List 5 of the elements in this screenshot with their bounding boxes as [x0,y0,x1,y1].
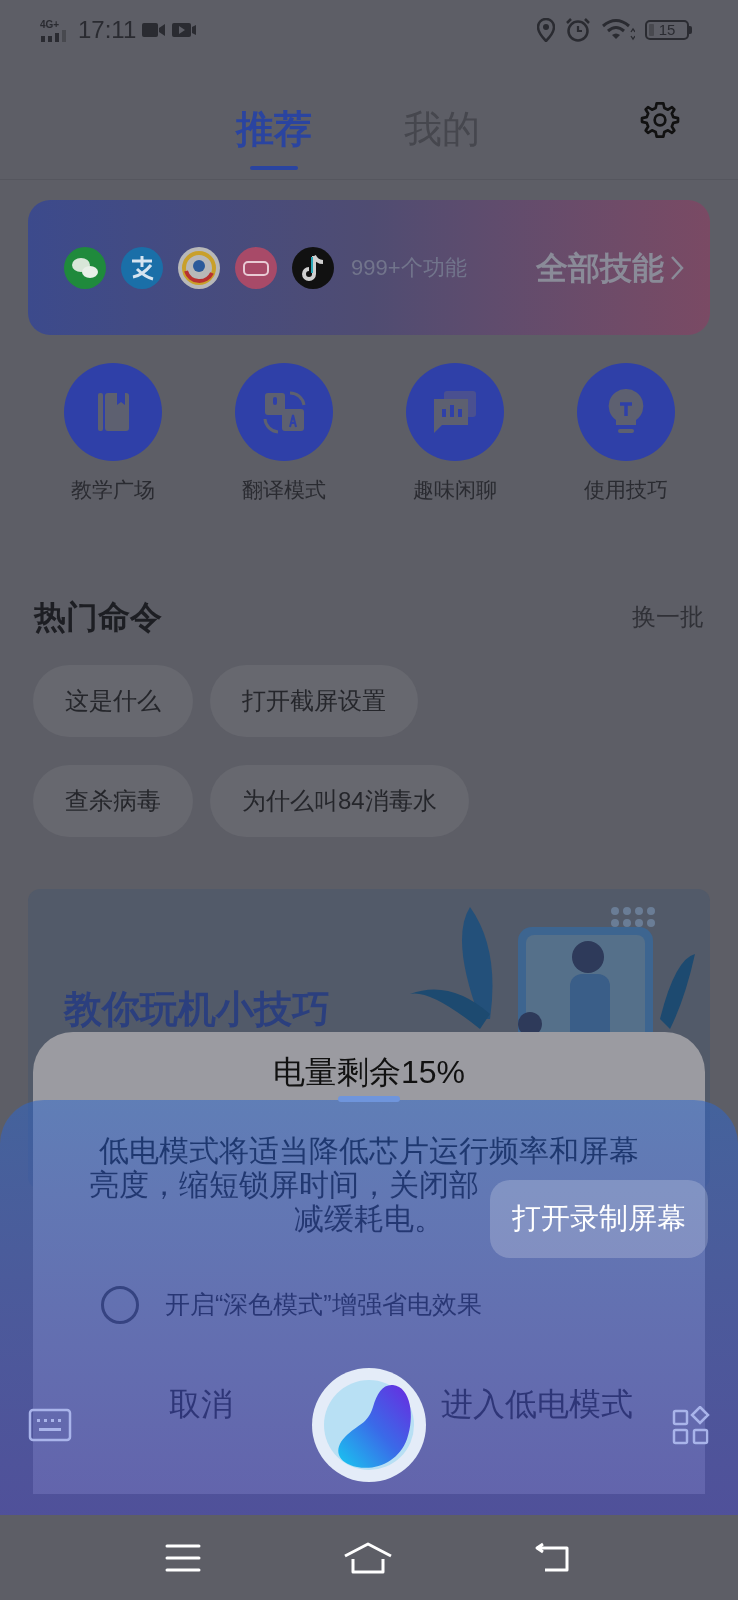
dialog-message-line: 亮度，缩短锁屏时间，关闭部 [89,1168,479,1202]
section-title: 热门命令 [34,598,162,637]
dialog-message-line: 低电模式将适当降低芯片运行频率和屏幕 [99,1134,639,1168]
dialog-title: 电量剩余15% [272,1053,465,1092]
dialog-message-line: 减缓耗电。 [294,1202,444,1236]
